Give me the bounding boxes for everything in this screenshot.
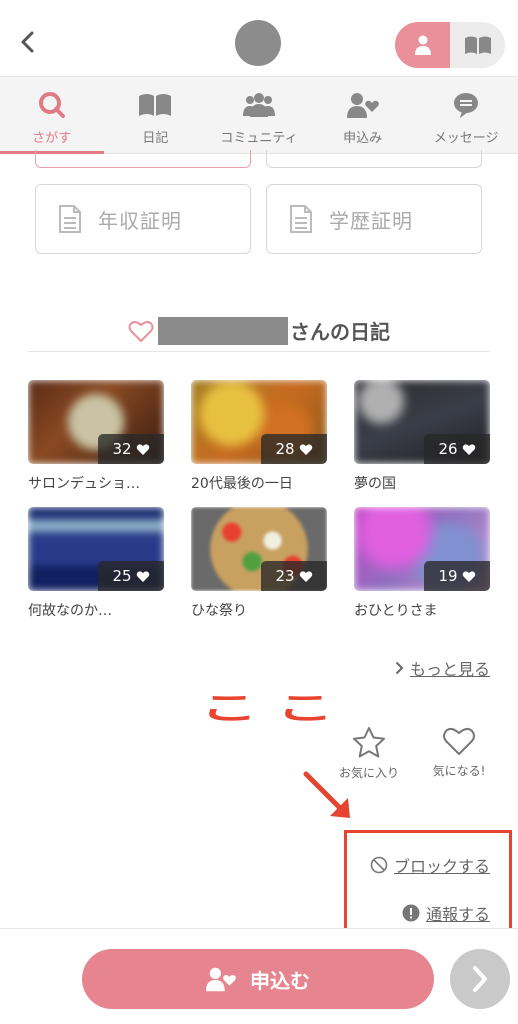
block-label: ブロックする: [393, 857, 490, 876]
diary-caption: 夢の国: [354, 476, 396, 492]
diary-thumbnail: 23: [191, 507, 327, 591]
tab-label: 日記: [142, 131, 169, 146]
annotation-arrow: [303, 771, 350, 818]
group-icon: [242, 91, 276, 119]
diary-title-suffix: さんの日記: [290, 320, 390, 344]
document-icon: [59, 205, 81, 233]
next-profile-button[interactable]: [450, 949, 510, 1009]
diary-thumbnail: 19: [354, 507, 490, 591]
redacted-username: [158, 316, 288, 345]
chevron-left-icon: [21, 31, 34, 53]
diary-caption: サロンデュショ…: [28, 476, 140, 492]
tab-messages[interactable]: メッセージ: [414, 77, 518, 153]
like-count-badge: 25: [98, 561, 164, 591]
see-more-link[interactable]: もっと見る: [395, 656, 490, 680]
tab-search[interactable]: さがす: [0, 77, 104, 154]
heart-icon: [299, 570, 312, 582]
back-button[interactable]: [14, 28, 42, 56]
heart-outline-icon: [128, 320, 154, 342]
heart-icon: [136, 443, 149, 455]
exclamation-icon: [402, 904, 420, 922]
diary-caption: 20代最後の一日: [191, 476, 293, 492]
heart-icon: [136, 570, 149, 582]
tab-label: メッセージ: [433, 131, 499, 146]
see-more-label: もっと見る: [409, 660, 490, 679]
bottom-action-bar: 申込む: [0, 928, 518, 1024]
profile-view-button[interactable]: [395, 22, 450, 68]
diary-item[interactable]: 26 夢の国: [354, 380, 490, 493]
annotation-text: ここ: [200, 689, 353, 727]
education-certificate-button[interactable]: 学歴証明: [266, 184, 482, 254]
partial-button[interactable]: [35, 150, 251, 168]
interest-label: 気になる!: [432, 764, 486, 778]
tab-diary[interactable]: 日記: [104, 77, 208, 153]
heart-icon: [462, 570, 475, 582]
diary-caption: 何故なのか…: [28, 603, 112, 619]
interest-button[interactable]: 気になる!: [419, 726, 499, 779]
heart-outline-icon: [443, 727, 475, 755]
diary-view-button[interactable]: [450, 22, 505, 68]
partial-button[interactable]: [266, 150, 482, 168]
like-count-badge: 23: [261, 561, 327, 591]
person-icon: [414, 35, 431, 55]
tab-label: コミュニティ: [220, 131, 298, 146]
like-count-badge: 26: [424, 434, 490, 464]
diary-caption: ひな祭り: [191, 603, 247, 619]
view-toggle: [395, 22, 505, 68]
book-icon: [464, 36, 491, 54]
person-heart-icon: [346, 91, 379, 119]
tab-label: さがす: [32, 131, 72, 146]
tab-community[interactable]: コミュニティ: [207, 77, 311, 153]
income-certificate-button[interactable]: 年収証明: [35, 184, 251, 254]
like-count-badge: 19: [424, 561, 490, 591]
report-label: 通報する: [425, 905, 490, 924]
tab-applications[interactable]: 申込み: [311, 77, 415, 153]
diary-thumbnail: 25: [28, 507, 164, 591]
search-icon: [38, 91, 66, 119]
like-count-badge: 28: [261, 434, 327, 464]
block-link[interactable]: ブロックする: [370, 853, 490, 877]
top-header: [0, 0, 518, 76]
heart-icon: [462, 443, 475, 455]
heart-icon: [299, 443, 312, 455]
apply-button[interactable]: 申込む: [82, 949, 434, 1009]
chevron-right-icon: [473, 966, 487, 992]
diary-thumbnail: 26: [354, 380, 490, 464]
diary-section-heading: さんの日記: [28, 310, 490, 352]
diary-item[interactable]: 19 おひとりさま: [354, 507, 490, 620]
diary-item[interactable]: 32 サロンデュショ…: [28, 380, 164, 493]
education-certificate-label: 学歴証明: [329, 208, 413, 233]
apply-label: 申込む: [250, 968, 310, 993]
tab-label: 申込み: [343, 131, 383, 146]
diary-item[interactable]: 25 何故なのか…: [28, 507, 164, 620]
diary-thumbnail: 32: [28, 380, 164, 464]
diary-thumbnail: 28: [191, 380, 327, 464]
diary-item[interactable]: 23 ひな祭り: [191, 507, 327, 620]
chat-bubble-icon: [452, 91, 480, 119]
chevron-right-icon: [395, 661, 404, 675]
diary-item[interactable]: 28 20代最後の一日: [191, 380, 327, 493]
avatar[interactable]: [235, 20, 281, 66]
diary-caption: おひとりさま: [354, 603, 438, 619]
person-heart-icon: [206, 967, 236, 992]
block-icon: [370, 856, 388, 874]
star-outline-icon: [353, 727, 385, 758]
book-icon: [137, 91, 173, 119]
income-certificate-label: 年収証明: [98, 208, 182, 233]
main-tab-bar: さがす 日記 コミュニティ 申込み メッセージ: [0, 76, 518, 154]
report-link[interactable]: 通報する: [402, 901, 490, 925]
document-icon: [290, 205, 312, 233]
like-count-badge: 32: [98, 434, 164, 464]
profile-page: さがす 日記 コミュニティ 申込み メッセージ 年収証明 学歴証明 さんの日記 …: [0, 0, 518, 1024]
